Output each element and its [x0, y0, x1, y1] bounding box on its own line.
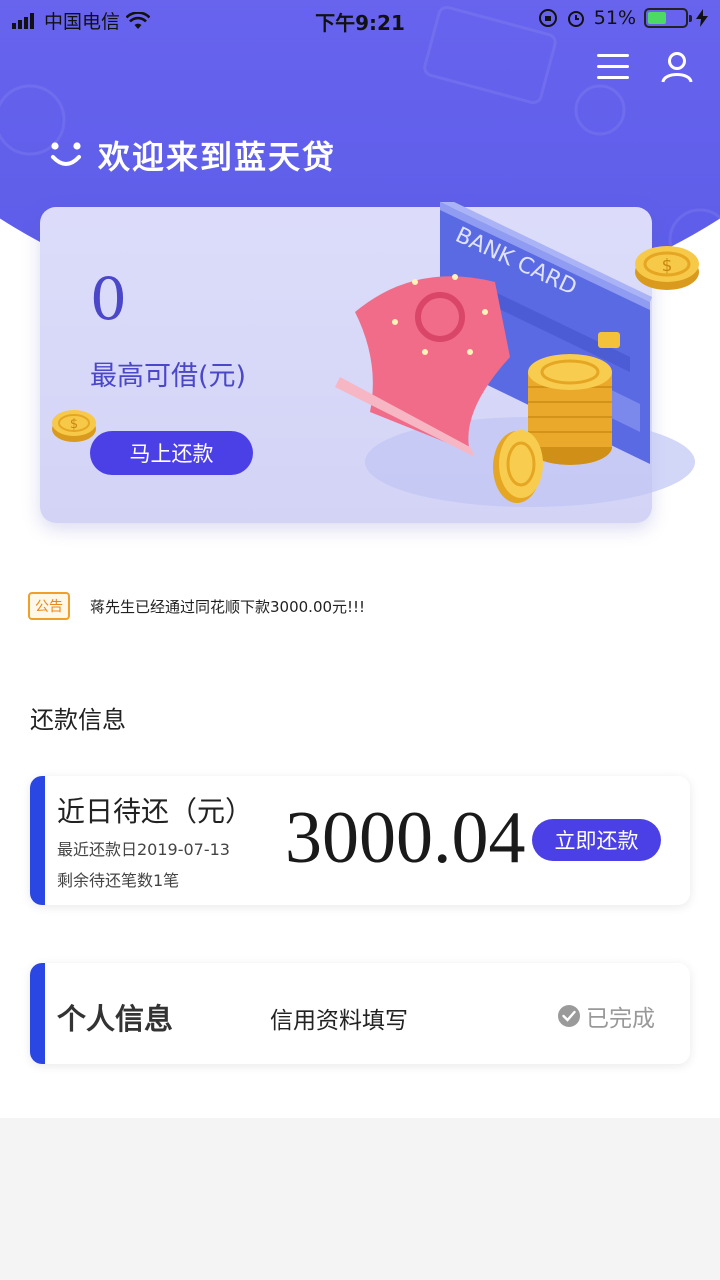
repay-immediately-button[interactable]: 立即还款 [532, 819, 661, 861]
repayment-card: 近日待还（元） 最近还款日2019-07-13 剩余待还笔数1笔 3000.04… [30, 776, 690, 905]
welcome-banner: 欢迎来到蓝天贷 [50, 132, 336, 178]
repayment-section-title: 还款信息 [30, 706, 126, 734]
status-right: 51% [538, 7, 708, 29]
battery-icon [644, 8, 692, 28]
credit-limit-card: 0 最高可借(元) 马上还款 $ BANK CARD $ [40, 202, 699, 523]
completion-status: 已完成 [558, 999, 655, 1033]
announcement: 公告 蒋先生已经通过同花顺下款3000.00元!!! [28, 592, 365, 620]
repayment-title: 近日待还（元） [57, 795, 254, 828]
menu-icon[interactable] [596, 50, 630, 84]
personal-info-card[interactable]: 个人信息 信用资料填写 已完成 [30, 963, 690, 1064]
rotation-lock-icon [538, 9, 557, 27]
user-icon[interactable] [660, 50, 694, 84]
battery-percent: 51% [593, 7, 636, 29]
check-icon [558, 1005, 580, 1027]
accent-bar [30, 776, 45, 905]
welcome-title: 欢迎来到蓝天贷 [98, 138, 337, 176]
coin-icon: $ [52, 410, 96, 442]
page: 中国电信 下午9:21 51% 欢迎来到蓝天贷 0 最高可借(元) 马上还款 $… [0, 0, 720, 1118]
repayment-count: 剩余待还笔数1笔 [57, 871, 180, 890]
bank-card-illustration: BANK CARD $ [335, 202, 699, 507]
repayment-amount: 3000.04 [285, 797, 526, 879]
charging-icon [696, 9, 708, 27]
svg-text:$: $ [70, 417, 78, 432]
credit-amount: 0 [90, 265, 127, 333]
smile-icon [51, 142, 81, 166]
announcement-badge: 公告 [28, 592, 70, 620]
svg-text:$: $ [662, 256, 673, 276]
alarm-icon [567, 11, 584, 27]
credit-caption: 最高可借(元) [90, 361, 247, 392]
credit-info-label: 信用资料填写 [270, 1008, 408, 1034]
announcement-text: 蒋先生已经通过同花顺下款3000.00元!!! [90, 597, 366, 616]
accent-bar [30, 963, 45, 1064]
header-actions [596, 50, 694, 84]
repayment-date: 最近还款日2019-07-13 [57, 840, 230, 859]
status-bar: 中国电信 下午9:21 51% [0, 0, 720, 40]
personal-info-title: 个人信息 [57, 1002, 174, 1036]
battery-level [648, 12, 667, 24]
repay-now-button[interactable]: 马上还款 [90, 431, 253, 475]
completion-status-text: 已完成 [586, 1006, 655, 1032]
